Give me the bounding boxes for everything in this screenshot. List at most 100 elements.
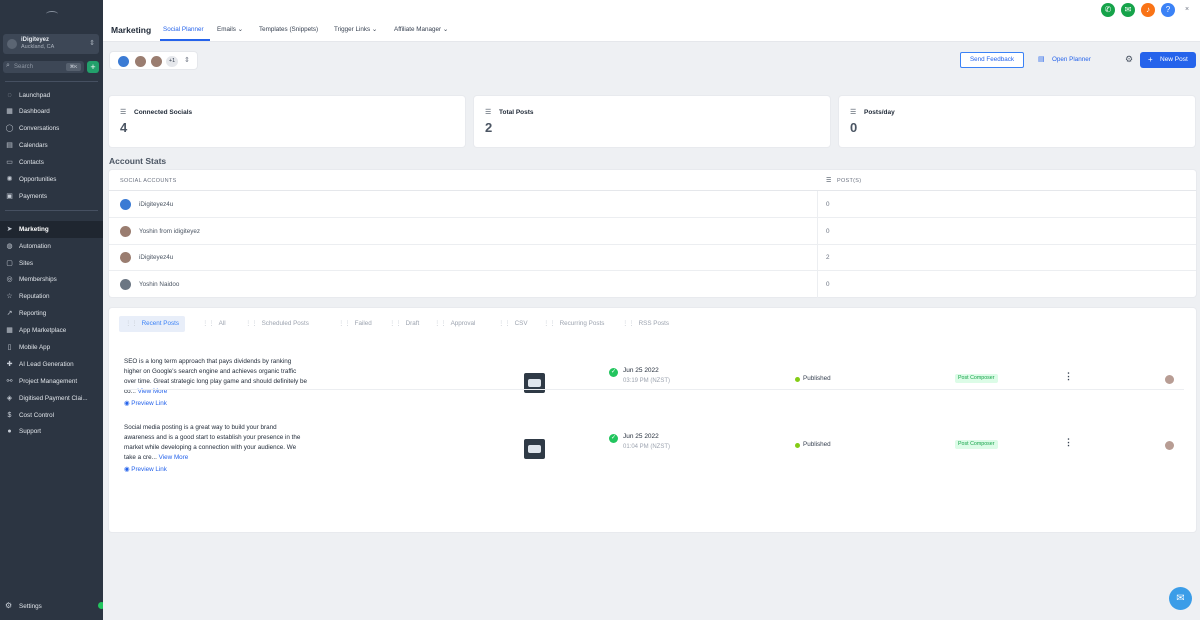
avatar	[120, 278, 131, 290]
post-thumbnail[interactable]	[524, 373, 545, 393]
sidebar-item-marketing[interactable]: ➤ Marketing	[0, 221, 103, 239]
page-title: Marketing	[111, 25, 152, 35]
close-icon[interactable]: ×	[1185, 6, 1189, 13]
more-vertical-icon[interactable]: ⋮	[1064, 437, 1073, 448]
sidebar-item-label: Cost Control	[19, 411, 54, 419]
table-row: iDigiteyez4u 0	[109, 191, 1196, 218]
column-header: SOCIAL ACCOUNTS	[120, 178, 177, 184]
avatar	[120, 225, 131, 237]
tab-recurring-posts[interactable]: ⋮⋮ Recurring Posts	[543, 316, 604, 332]
search-placeholder: Search	[14, 63, 34, 70]
ai-icon: ✚	[6, 360, 13, 368]
tab-approval[interactable]: ⋮⋮ Approval	[434, 316, 475, 332]
more-accounts-count: +1	[166, 56, 178, 67]
stat-label: Connected Socials	[134, 109, 193, 116]
dollar-icon: $	[7, 411, 12, 419]
drag-handle-icon: ⋮⋮	[125, 320, 138, 327]
sidebar-item-settings[interactable]: ⚙ Settings	[0, 598, 103, 614]
sidebar-item-automation[interactable]: ◍ Automation	[0, 238, 103, 255]
status-label: Published	[803, 441, 831, 448]
more-vertical-icon[interactable]: ⋮	[1064, 371, 1073, 382]
sidebar-item-calendars[interactable]: ▤ Calendars	[0, 138, 103, 155]
avatar	[135, 56, 146, 67]
account-switcher[interactable]: iDigiteyez Auckland, CA ⇕	[3, 34, 99, 54]
account-location: Auckland, CA	[21, 44, 55, 50]
opportunities-icon: ✺	[6, 175, 13, 183]
sidebar-item-dashboard[interactable]: ▦ Dashboard	[0, 104, 103, 121]
sidebar-item-ai-lead-generation[interactable]: ✚ AI Lead Generation	[0, 356, 103, 373]
view-more-link[interactable]: View More	[159, 454, 189, 461]
tab-csv[interactable]: ⋮⋮ CSV	[498, 316, 528, 332]
chevron-updown-icon: ⇕	[184, 57, 190, 64]
sidebar-item-app-marketplace[interactable]: ▦ App Marketplace	[0, 323, 103, 340]
sidebar-item-opportunities[interactable]: ✺ Opportunities	[0, 171, 103, 188]
megaphone-icon[interactable]: ✉	[1121, 3, 1135, 17]
tab-all[interactable]: ⋮⋮ All	[202, 316, 226, 332]
search-input[interactable]: ⌕ Search ⌘K	[3, 61, 84, 73]
gear-icon: ⚙	[5, 601, 13, 610]
sidebar-item-label: Contacts	[19, 159, 44, 167]
project-icon: ⚯	[6, 377, 13, 385]
phone-icon[interactable]: ✆	[1101, 3, 1115, 17]
top-bar: Marketing Social Planner Emails ⌄ Templa…	[103, 0, 1200, 42]
tab-label: Failed	[354, 320, 372, 327]
tab-rss-posts[interactable]: ⋮⋮ RSS Posts	[622, 316, 669, 332]
tab-emails[interactable]: Emails ⌄	[217, 26, 243, 33]
sidebar-item-launchpad[interactable]: ◌ Launchpad	[0, 87, 103, 104]
quick-add-button[interactable]: +	[87, 61, 99, 73]
tab-social-planner[interactable]: Social Planner	[163, 26, 204, 33]
post-count: 2	[826, 254, 830, 261]
sidebar-item-support[interactable]: ● Support	[0, 424, 103, 441]
avatar	[118, 56, 129, 67]
sidebar-item-label: Memberships	[19, 276, 57, 284]
plus-icon: +	[1148, 55, 1153, 64]
post-count: 0	[826, 201, 830, 208]
settings-gear-icon[interactable]: ⚙	[1125, 54, 1133, 65]
post-text: SEO is a long term approach that pays di…	[124, 357, 308, 397]
account-filter[interactable]: +1 ⇕	[109, 51, 198, 70]
section-title: Account Stats	[109, 156, 167, 166]
status-dot-icon	[795, 377, 800, 382]
tab-failed[interactable]: ⋮⋮ Failed	[338, 316, 372, 332]
sidebar-item-project-management[interactable]: ⚯ Project Management	[0, 373, 103, 390]
sidebar-item-reporting[interactable]: ↗ Reporting	[0, 306, 103, 323]
tab-affiliate-manager[interactable]: Affiliate Manager ⌄	[394, 26, 448, 33]
preview-link[interactable]: ◉ Preview Link	[124, 466, 167, 473]
divider	[817, 191, 818, 218]
send-feedback-button[interactable]: Send Feedback	[960, 52, 1024, 68]
sidebar-item-conversations[interactable]: ◯ Conversations	[0, 121, 103, 138]
sidebar-item-reputation[interactable]: ☆ Reputation	[0, 289, 103, 306]
sidebar-item-payments[interactable]: ▣ Payments	[0, 188, 103, 205]
tab-scheduled-posts[interactable]: ⋮⋮ Scheduled Posts	[245, 316, 309, 332]
preview-link[interactable]: ◉ Preview Link	[124, 400, 167, 407]
sidebar-item-sites[interactable]: ▢ Sites	[0, 255, 103, 272]
sidebar: iDigiteyez Auckland, CA ⇕ ⌕ Search ⌘K + …	[0, 0, 106, 620]
sidebar-item-label: Conversations	[19, 125, 60, 133]
chat-widget-button[interactable]: ✉	[1169, 587, 1192, 610]
help-icon[interactable]: ?	[1161, 3, 1175, 17]
bell-icon[interactable]: ♪	[1141, 3, 1155, 17]
stat-value: 0	[850, 120, 858, 135]
sidebar-item-cost-control[interactable]: $ Cost Control	[0, 407, 103, 424]
tab-templates[interactable]: Templates (Snippets)	[259, 26, 318, 33]
memberships-icon: ◎	[6, 276, 13, 284]
sidebar-item-memberships[interactable]: ◎ Memberships	[0, 272, 103, 289]
post-count: 0	[826, 227, 830, 235]
sidebar-item-contacts[interactable]: ▭ Contacts	[0, 155, 103, 172]
sidebar-item-label: Calendars	[19, 142, 48, 150]
stat-value: 4	[120, 120, 128, 135]
tab-trigger-links[interactable]: Trigger Links ⌄	[334, 26, 377, 33]
avatar	[1165, 441, 1174, 450]
sidebar-item-label: Project Management	[19, 377, 78, 385]
new-post-button[interactable]: + New Post	[1140, 52, 1196, 68]
sidebar-item-digitised-payment-clai[interactable]: ◈ Digitised Payment Clai...	[0, 390, 103, 407]
post-thumbnail[interactable]	[524, 439, 545, 459]
tab-recent-posts[interactable]: ⋮⋮ Recent Posts	[119, 316, 186, 332]
tab-label: Recent Posts	[141, 320, 180, 327]
tab-draft[interactable]: ⋮⋮ Draft	[389, 316, 419, 332]
posts-panel: ⋮⋮ Recent Posts ⋮⋮ All ⋮⋮ Scheduled Posts ⋮⋮ Fa…	[109, 308, 1196, 532]
open-planner-button[interactable]: ▤ Open Planner	[1031, 52, 1101, 68]
stat-label: Total Posts	[499, 109, 534, 116]
sidebar-item-mobile-app[interactable]: ▯ Mobile App	[0, 339, 103, 356]
divider	[817, 270, 818, 298]
